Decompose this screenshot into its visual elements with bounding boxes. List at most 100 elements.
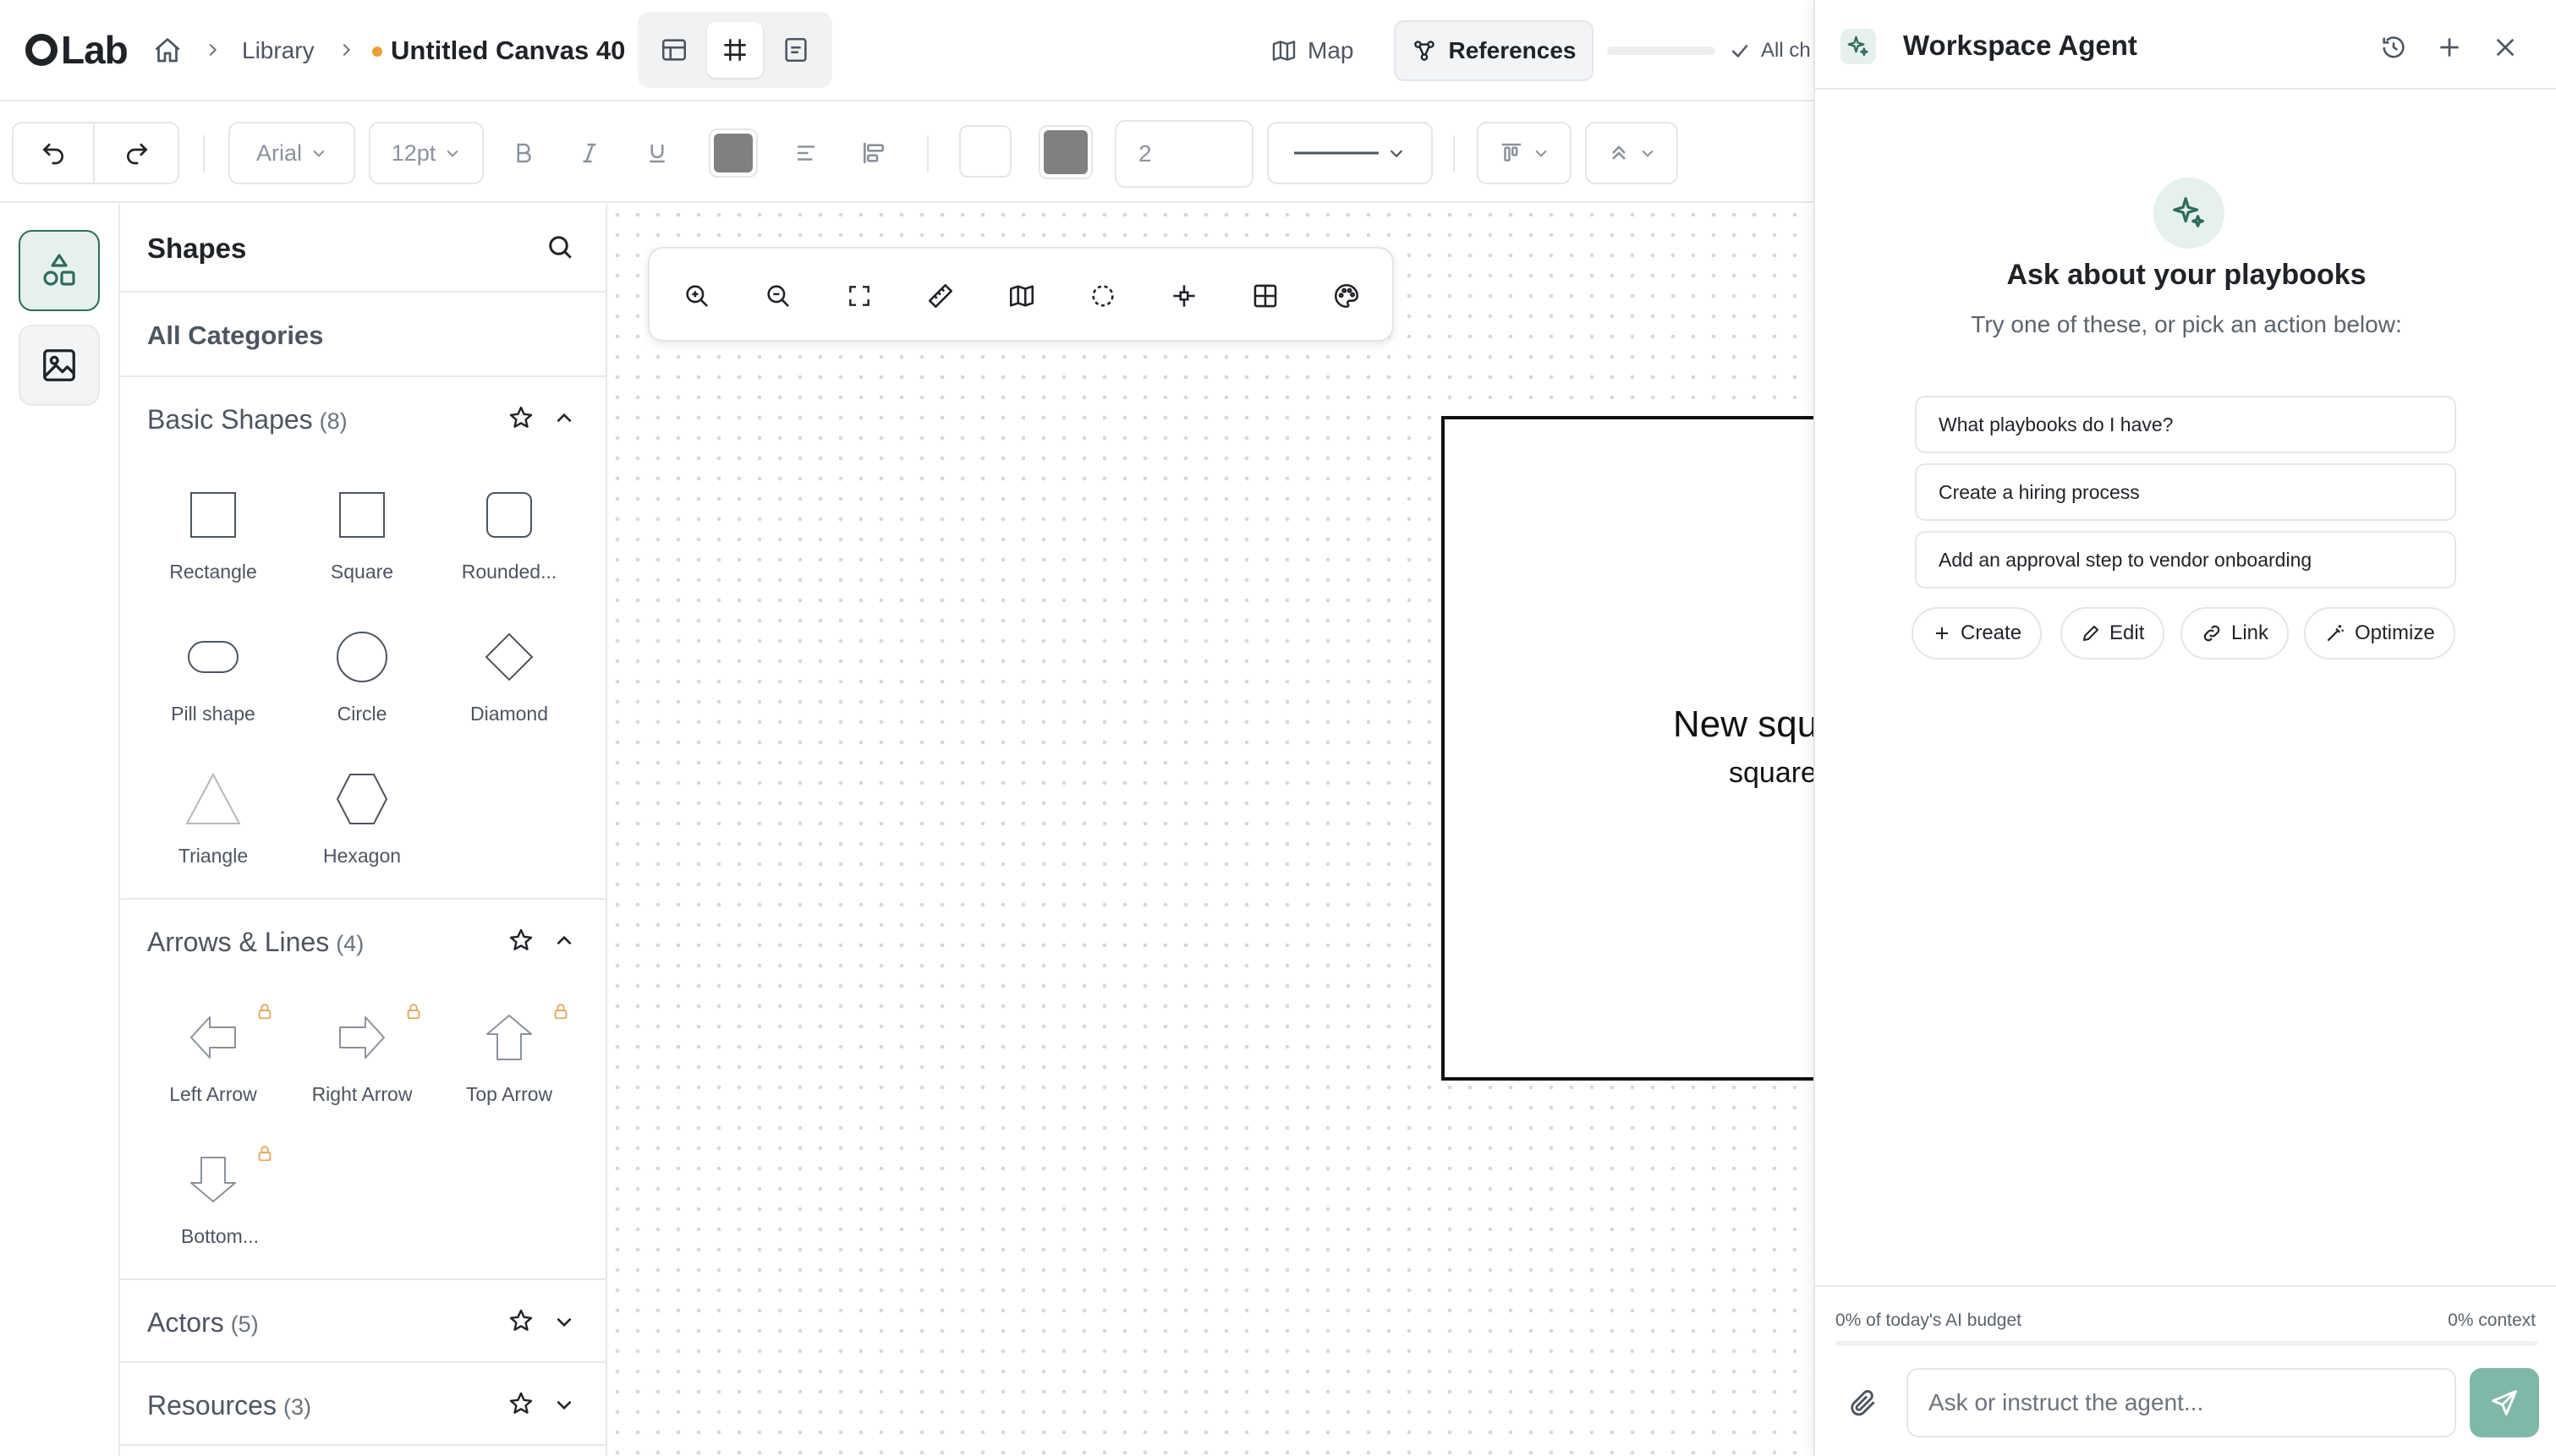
shape-label: Diamond bbox=[469, 703, 549, 725]
star-icon[interactable] bbox=[507, 404, 535, 435]
arrange-dropdown[interactable] bbox=[1477, 122, 1571, 184]
images-tab[interactable] bbox=[19, 325, 100, 406]
canvas-square-shape[interactable]: New squ square bbox=[1441, 416, 1813, 1081]
document-view-button[interactable] bbox=[768, 22, 824, 78]
lasso-select-button[interactable] bbox=[1078, 271, 1128, 321]
references-icon bbox=[1413, 41, 1434, 61]
shapes-tab[interactable] bbox=[19, 230, 100, 311]
sparkle-icon bbox=[2153, 178, 2224, 249]
theme-button[interactable] bbox=[1321, 271, 1372, 321]
shape-label: Bottom... bbox=[180, 1225, 260, 1247]
category-header-arrows-lines[interactable]: Arrows & Lines (4) bbox=[120, 900, 606, 981]
category-count: (4) bbox=[336, 931, 365, 956]
chevron-down-icon[interactable] bbox=[553, 1311, 575, 1337]
stroke-width-input[interactable]: 2 bbox=[1115, 120, 1253, 188]
canvas-title[interactable]: Untitled Canvas 40 bbox=[391, 32, 625, 69]
references-button[interactable]: References bbox=[1394, 20, 1593, 81]
composer-divider bbox=[1815, 1285, 2556, 1287]
table-view-button[interactable] bbox=[646, 22, 702, 78]
optimize-action-button[interactable]: Optimize bbox=[2304, 607, 2455, 660]
connector-button[interactable] bbox=[1159, 271, 1209, 321]
shapes-panel-header: Shapes bbox=[120, 205, 606, 293]
bold-button[interactable] bbox=[499, 129, 548, 178]
redo-button[interactable] bbox=[96, 123, 178, 183]
shape-rectangle[interactable]: Rectangle bbox=[139, 477, 288, 604]
grid-button[interactable] bbox=[1240, 271, 1291, 321]
suggestion-chip[interactable]: Add an approval step to vendor onboardin… bbox=[1915, 531, 2456, 588]
link-action-button[interactable]: Link bbox=[2180, 607, 2290, 660]
minimap-button[interactable] bbox=[996, 271, 1047, 321]
shape-triangle[interactable]: Triangle bbox=[139, 761, 288, 888]
shape-circle[interactable]: Circle bbox=[288, 619, 436, 746]
zoom-in-button[interactable] bbox=[672, 271, 722, 321]
shape-left-arrow[interactable]: Left Arrow bbox=[139, 999, 288, 1126]
map-icon bbox=[1272, 41, 1296, 61]
category-count: (5) bbox=[230, 1311, 259, 1337]
italic-button[interactable] bbox=[565, 129, 614, 178]
ruler-button[interactable] bbox=[915, 271, 966, 321]
zoom-out-button[interactable] bbox=[753, 271, 804, 321]
undo-button[interactable] bbox=[14, 123, 95, 183]
all-categories-filter[interactable]: All Categories bbox=[120, 293, 606, 377]
zoom-in-icon bbox=[686, 285, 708, 307]
shape-pill[interactable]: Pill shape bbox=[139, 619, 288, 746]
layer-order-dropdown[interactable] bbox=[1585, 122, 1678, 184]
suggestion-chip[interactable]: Create a hiring process bbox=[1915, 463, 2456, 521]
home-icon[interactable] bbox=[152, 36, 183, 66]
chevron-up-icon[interactable] bbox=[553, 408, 575, 434]
category-header-basic-shapes[interactable]: Basic Shapes (8) bbox=[120, 377, 606, 458]
suggestion-chip[interactable]: What playbooks do I have? bbox=[1915, 396, 2456, 453]
align-objects-icon bbox=[864, 143, 884, 163]
lock-icon bbox=[255, 1143, 274, 1168]
align-text-button[interactable] bbox=[782, 129, 831, 178]
shape-subtitle-text[interactable]: square bbox=[1729, 754, 1813, 791]
category-count: (3) bbox=[282, 1394, 311, 1420]
app-logo[interactable]: Lab bbox=[25, 29, 129, 71]
edit-action-button[interactable]: Edit bbox=[2060, 607, 2165, 660]
category-header-resources[interactable]: Resources (3) bbox=[120, 1363, 606, 1444]
shape-top-arrow[interactable]: Top Arrow bbox=[435, 999, 584, 1126]
chevron-up-icon[interactable] bbox=[553, 930, 575, 956]
action-label: Edit bbox=[2109, 621, 2145, 644]
close-agent-button[interactable] bbox=[2488, 30, 2522, 64]
shape-square[interactable]: Square bbox=[288, 477, 436, 604]
map-button[interactable]: Map bbox=[1270, 22, 1353, 79]
canvas-view-button[interactable] bbox=[707, 22, 763, 78]
shape-rounded[interactable]: Rounded... bbox=[435, 477, 584, 604]
star-icon[interactable] bbox=[507, 1307, 535, 1338]
send-icon bbox=[2492, 1390, 2517, 1415]
fit-to-screen-button[interactable] bbox=[834, 271, 885, 321]
canvas-area[interactable]: New squ square bbox=[607, 205, 1813, 1456]
fill-color-swatch[interactable] bbox=[959, 125, 1012, 178]
chevron-down-icon bbox=[447, 150, 458, 157]
font-size-dropdown[interactable]: 12pt bbox=[369, 122, 484, 184]
new-chat-button[interactable] bbox=[2433, 30, 2466, 64]
fit-screen-icon bbox=[849, 286, 869, 306]
square-icon bbox=[288, 477, 436, 553]
chevron-down-icon[interactable] bbox=[553, 1393, 575, 1420]
shape-hexagon[interactable]: Hexagon bbox=[288, 761, 436, 888]
shape-diamond[interactable]: Diamond bbox=[435, 619, 584, 746]
font-family-dropdown[interactable]: Arial bbox=[228, 122, 355, 184]
shapes-panel-title: Shapes bbox=[147, 233, 247, 264]
search-icon[interactable] bbox=[545, 232, 575, 266]
undo-icon bbox=[42, 143, 63, 165]
agent-chat-input[interactable] bbox=[1906, 1368, 2456, 1437]
send-button[interactable] bbox=[2470, 1368, 2539, 1437]
shape-title-text[interactable]: New squ bbox=[1673, 702, 1813, 747]
paperclip-icon[interactable] bbox=[1847, 1387, 1879, 1423]
underline-button[interactable] bbox=[633, 129, 682, 178]
shape-bottom-arrow[interactable]: Bottom... bbox=[139, 1141, 288, 1268]
category-header-actors[interactable]: Actors (5) bbox=[120, 1280, 606, 1361]
align-objects-button[interactable] bbox=[849, 129, 898, 178]
action-label: Link bbox=[2231, 621, 2269, 644]
history-button[interactable] bbox=[2377, 30, 2411, 64]
line-style-dropdown[interactable] bbox=[1267, 122, 1433, 184]
shape-right-arrow[interactable]: Right Arrow bbox=[288, 999, 436, 1126]
star-icon[interactable] bbox=[507, 927, 535, 958]
breadcrumb-library[interactable]: Library bbox=[242, 34, 315, 68]
create-action-button[interactable]: Create bbox=[1912, 607, 2043, 660]
image-icon bbox=[43, 349, 75, 381]
lock-icon bbox=[255, 1001, 274, 1026]
star-icon[interactable] bbox=[507, 1390, 535, 1421]
